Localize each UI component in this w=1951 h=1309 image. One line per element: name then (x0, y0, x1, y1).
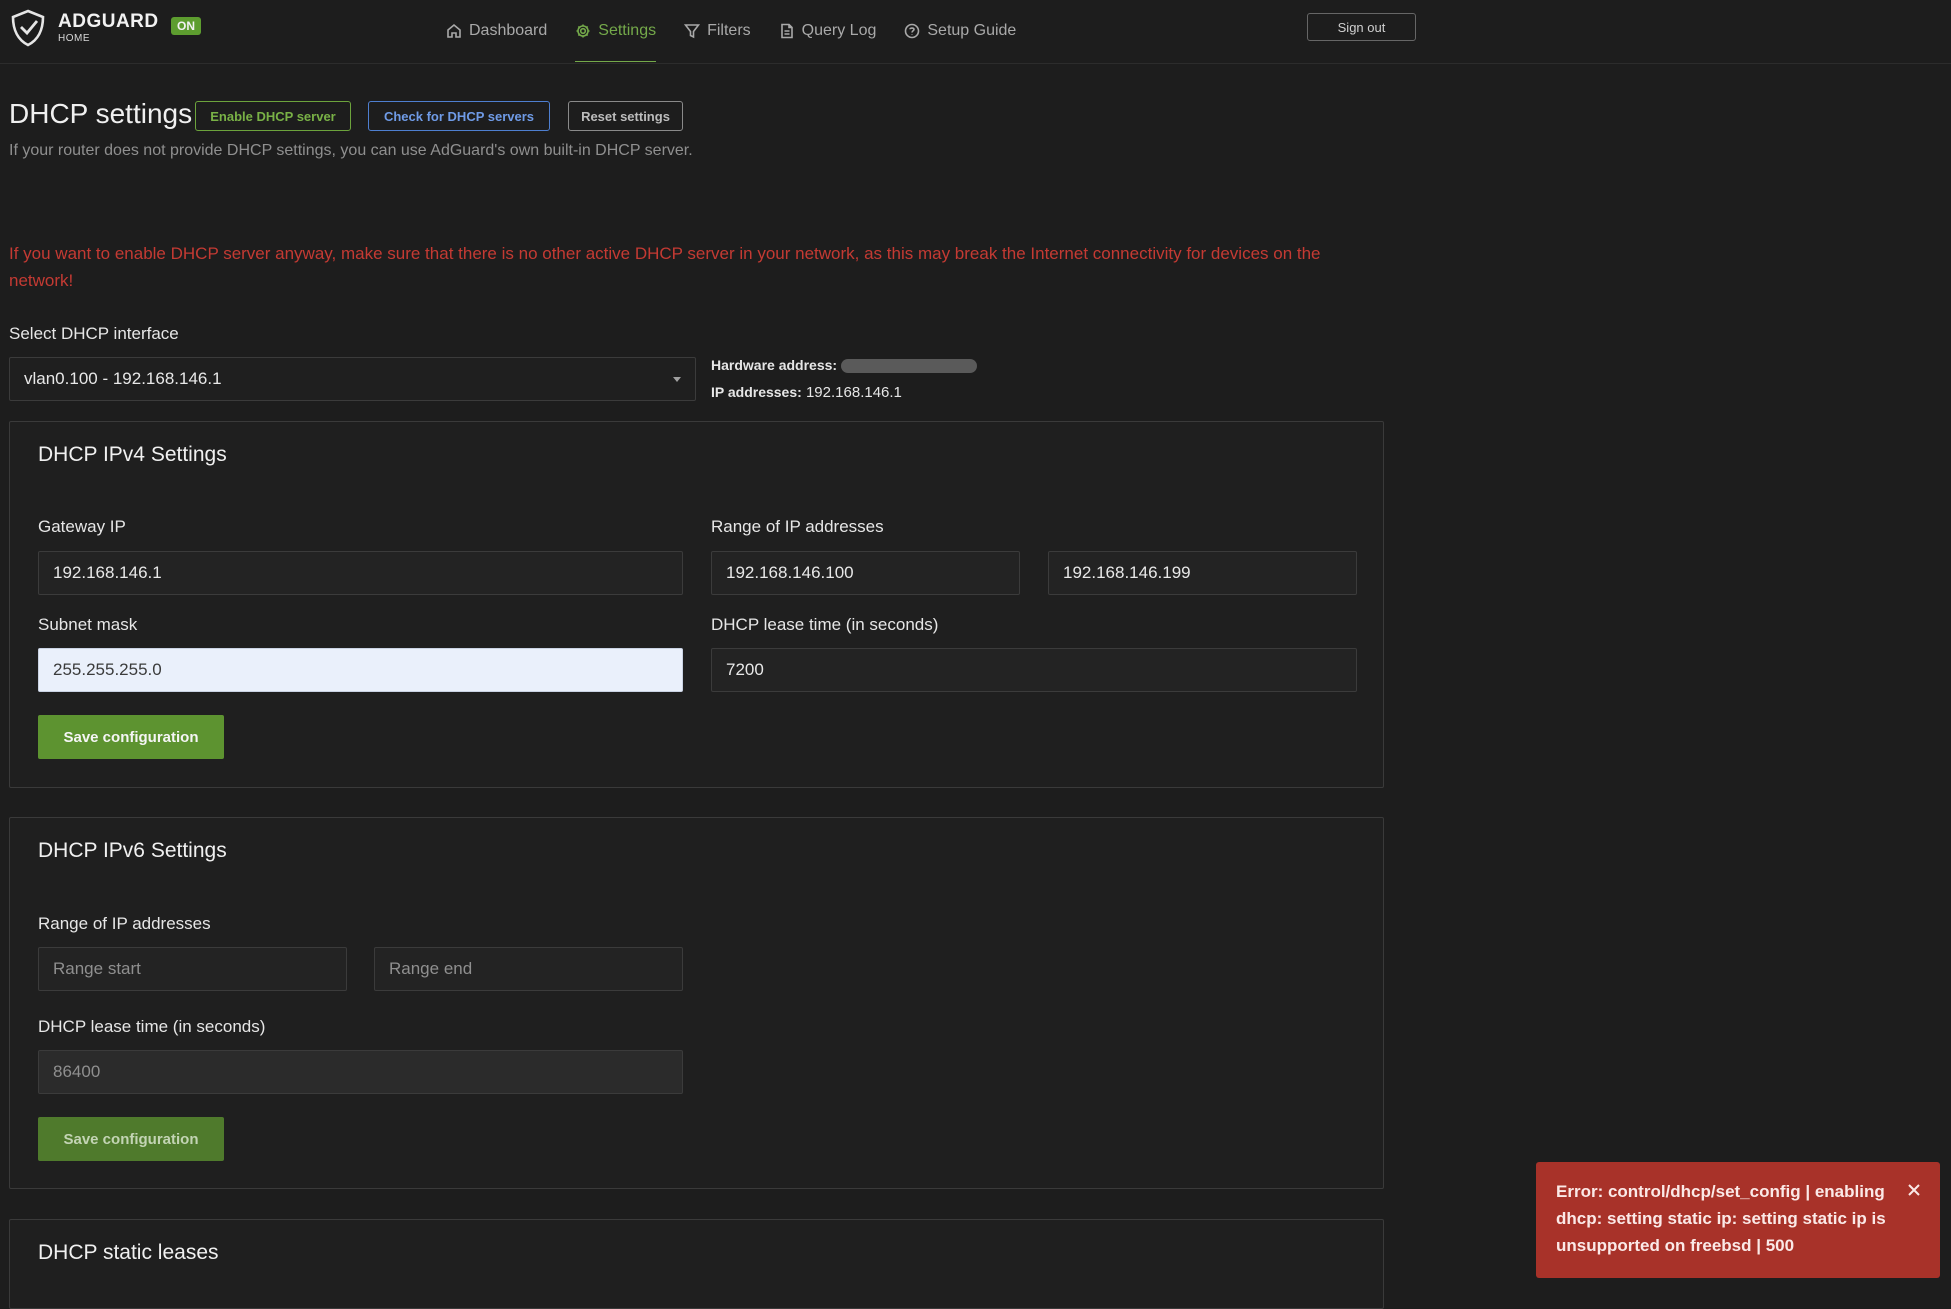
hardware-address-label: Hardware address: (711, 357, 838, 373)
ipv4-lease-time-input[interactable] (711, 648, 1357, 692)
gateway-ip-input[interactable] (38, 551, 683, 595)
brand-subtitle: HOME (58, 33, 90, 44)
filter-icon (684, 24, 701, 39)
hardware-address-row: Hardware address: (711, 352, 978, 379)
enable-dhcp-button[interactable]: Enable DHCP server (195, 101, 351, 131)
ipv4-lease-time-label: DHCP lease time (in seconds) (711, 615, 939, 634)
gateway-ip-label: Gateway IP (38, 517, 126, 536)
gear-icon (576, 24, 590, 37)
interface-info: Hardware address: IP addresses: 192.168.… (711, 352, 978, 406)
nav-setup-guide[interactable]: Setup Guide (904, 0, 1016, 62)
sign-out-button[interactable]: Sign out (1307, 13, 1416, 41)
brand-name[interactable]: ADGUARD (58, 11, 159, 33)
help-circle-icon (905, 23, 920, 39)
page-subtitle: If your router does not provide DHCP set… (9, 142, 693, 159)
ipv6-settings-card: DHCP IPv6 Settings Range of IP addresses… (9, 817, 1384, 1189)
nav-filters-label: Filters (707, 22, 751, 39)
status-badge: ON (171, 17, 201, 35)
static-leases-card: DHCP static leases (9, 1219, 1384, 1309)
nav-query-log[interactable]: Query Log (779, 0, 877, 62)
ip-addresses-value: 192.168.146.1 (805, 384, 902, 401)
nav-dashboard-label: Dashboard (469, 22, 548, 39)
nav-settings[interactable]: Settings (575, 0, 657, 62)
nav-query-log-label: Query Log (801, 22, 877, 39)
ipv4-settings-card: DHCP IPv4 Settings Gateway IP Range of I… (9, 421, 1384, 788)
ipv6-save-configuration-button[interactable]: Save configuration (38, 1117, 224, 1161)
home-icon (447, 23, 461, 38)
nav-settings-label: Settings (598, 21, 657, 39)
ipv6-range-end-input[interactable] (374, 947, 683, 991)
ip-addresses-label: IP addresses: (711, 384, 802, 400)
ipv6-lease-time-label: DHCP lease time (in seconds) (38, 1017, 266, 1036)
ipv6-card-title: DHCP IPv6 Settings (38, 839, 227, 862)
close-icon[interactable] (1906, 1182, 1922, 1198)
adguard-shield-logo-icon[interactable] (8, 8, 48, 48)
subnet-mask-input[interactable] (38, 648, 683, 692)
main-nav: Dashboard Settings Filters Query Log Set… (446, 0, 1044, 63)
reset-settings-button[interactable]: Reset settings (568, 101, 683, 131)
interface-label: Select DHCP interface (9, 324, 179, 343)
redacted-hardware-address (841, 359, 978, 374)
nav-filters[interactable]: Filters (684, 0, 751, 62)
interface-select[interactable]: vlan0.100 - 192.168.146.1 (9, 357, 696, 401)
caret-down-icon (673, 377, 681, 382)
nav-setup-guide-label: Setup Guide (927, 22, 1017, 39)
ipv6-lease-time-input[interactable] (38, 1050, 683, 1094)
top-header: ADGUARD HOME ON Dashboard Settings Filte… (0, 0, 1951, 64)
check-dhcp-servers-button[interactable]: Check for DHCP servers (368, 101, 550, 131)
interface-selected-value: vlan0.100 - 192.168.146.1 (24, 369, 222, 388)
nav-dashboard[interactable]: Dashboard (446, 0, 547, 62)
page-title: DHCP settings (9, 98, 193, 129)
ipv4-range-start-input[interactable] (711, 551, 1020, 595)
dhcp-warning-text: If you want to enable DHCP server anyway… (9, 244, 1321, 290)
ipv6-range-label: Range of IP addresses (38, 914, 211, 933)
ip-addresses-row: IP addresses: 192.168.146.1 (711, 379, 977, 406)
error-toast-message: Error: control/dhcp/set_config | enablin… (1556, 1182, 1886, 1255)
ipv4-save-configuration-button[interactable]: Save configuration (38, 715, 224, 759)
ipv4-card-title: DHCP IPv4 Settings (38, 443, 227, 466)
subnet-mask-label: Subnet mask (38, 615, 138, 634)
ipv4-range-end-input[interactable] (1048, 551, 1357, 595)
ipv4-range-label: Range of IP addresses (711, 517, 884, 536)
ipv6-range-start-input[interactable] (38, 947, 347, 991)
error-toast[interactable]: Error: control/dhcp/set_config | enablin… (1536, 1162, 1940, 1278)
document-icon (780, 23, 793, 39)
static-leases-title: DHCP static leases (38, 1241, 219, 1264)
